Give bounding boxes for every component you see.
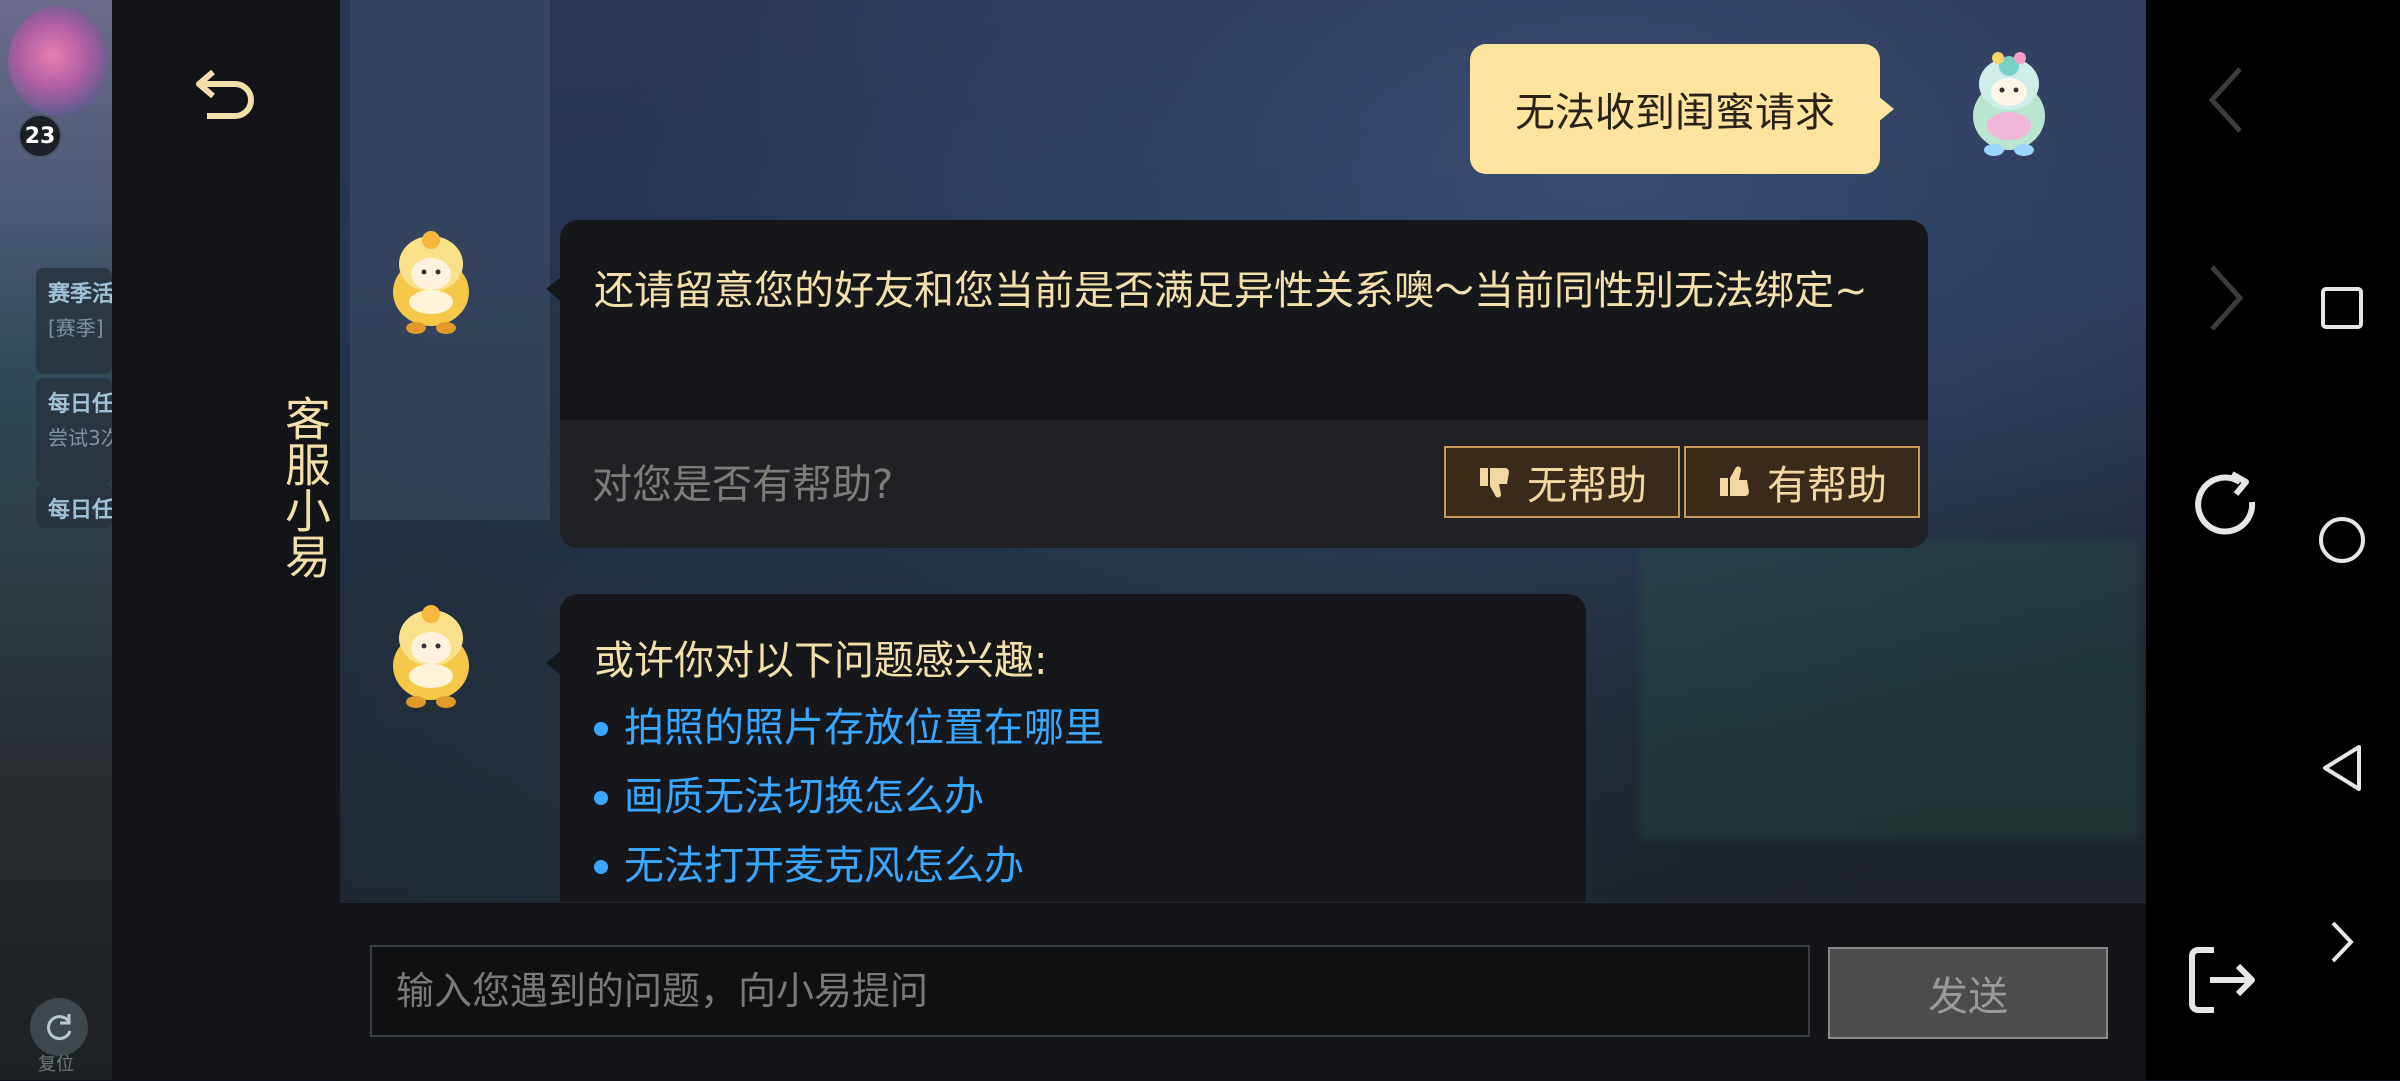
suggestion-link[interactable]: 无法打开麦克风怎么办 [594,832,1104,901]
not-helpful-label: 无帮助 [1527,463,1647,509]
refresh-button[interactable] [2176,456,2276,556]
suggestions-intro: 或许你对以下问题感兴趣: [594,638,1048,684]
bot-suggestions-bubble: 或许你对以下问题感兴趣: 拍照的照片存放位置在哪里 画质无法切换怎么办 无法打开… [546,594,1586,902]
chevron-left-icon [2208,67,2242,133]
chat-sidebar: 客服小易 [112,0,341,1080]
bot-reply-text: 还请留意您的好友和您当前是否满足异性关系噢～当前同性别无法绑定~ [594,268,1868,314]
back-button[interactable] [186,56,266,136]
chevron-right-icon [2331,921,2354,963]
square-icon [2321,287,2363,329]
task-card-title: 每日任 [48,392,112,417]
feedback-bar: 对您是否有帮助? 无帮助 有帮助 [560,420,1928,548]
game-background-strip: 23 赛季活 [赛季] 每日任 尝试3次 每日任 复位 [0,0,112,1080]
thumbs-down-icon [1480,468,1509,498]
bot-message-bubble: 还请留意您的好友和您当前是否满足异性关系噢～当前同性别无法绑定~ 对您是否有帮助… [546,220,1928,548]
question-input[interactable] [370,945,1810,1037]
chevron-right-icon [2210,265,2244,331]
event-card[interactable]: 赛季活 [赛季] [36,268,112,374]
expand-nav-button[interactable] [2312,912,2372,972]
task-card[interactable]: 每日任 [36,484,112,528]
back-arrow-icon [196,69,254,119]
page-back-button[interactable] [2186,60,2266,140]
exit-button[interactable] [2172,930,2272,1030]
not-helpful-button[interactable]: 无帮助 [1444,446,1680,518]
task-card-sub: 尝试3次 [48,426,112,450]
reset-label: 复位 [38,1054,74,1075]
helpful-button[interactable]: 有帮助 [1684,446,1920,518]
bullet-dot [594,790,608,805]
page-forward-button[interactable] [2186,258,2266,338]
game-character-art [8,6,108,116]
triangle-back-icon [2323,745,2361,791]
bot-avatar [393,231,469,334]
suggestion-text: 画质无法切换怎么办 [624,774,984,820]
user-message-bubble: 无法收到闺蜜请求 [1470,44,1894,174]
user-avatar [1973,52,2045,156]
circle-icon [2319,517,2365,563]
home-button[interactable] [2312,510,2372,570]
bot-avatar [393,605,469,708]
refresh-icon [2195,471,2256,535]
task-card-title: 每日任 [48,498,112,523]
suggestion-text: 拍照的照片存放位置在哪里 [624,705,1104,751]
suggestion-list: 拍照的照片存放位置在哪里 画质无法切换怎么办 无法打开麦克风怎么办 [594,694,1104,901]
sidebar-title: 客服小易 [278,395,332,579]
chat-area: 无法收到闺蜜请求 还请留意您的好友和您当前是否满足异性关系噢～当前同性别无法绑定… [340,0,2146,902]
suggestion-text: 无法打开麦克风怎么办 [624,843,1024,889]
suggestion-link[interactable]: 画质无法切换怎么办 [594,763,1104,832]
background-decor [1640,540,2140,840]
send-button[interactable]: 发送 [1828,947,2108,1039]
event-card-sub: [赛季] [48,316,104,340]
bullet-dot [594,859,608,874]
thumbs-up-icon [1720,466,1749,496]
exit-icon [2189,947,2255,1013]
feedback-question: 对您是否有帮助? [592,462,894,508]
bullet-dot [594,721,608,736]
level-badge: 23 [18,114,62,158]
helpful-label: 有帮助 [1767,463,1887,509]
recent-apps-button[interactable] [2312,278,2372,338]
system-nav-panel [2146,0,2400,1080]
suggestion-link[interactable]: 拍照的照片存放位置在哪里 [594,694,1104,763]
system-back-button[interactable] [2312,738,2372,798]
event-card-title: 赛季活 [48,282,112,307]
input-bar: 发送 [340,902,2146,1081]
reset-icon[interactable] [30,998,88,1056]
task-card[interactable]: 每日任 尝试3次 [36,378,112,484]
